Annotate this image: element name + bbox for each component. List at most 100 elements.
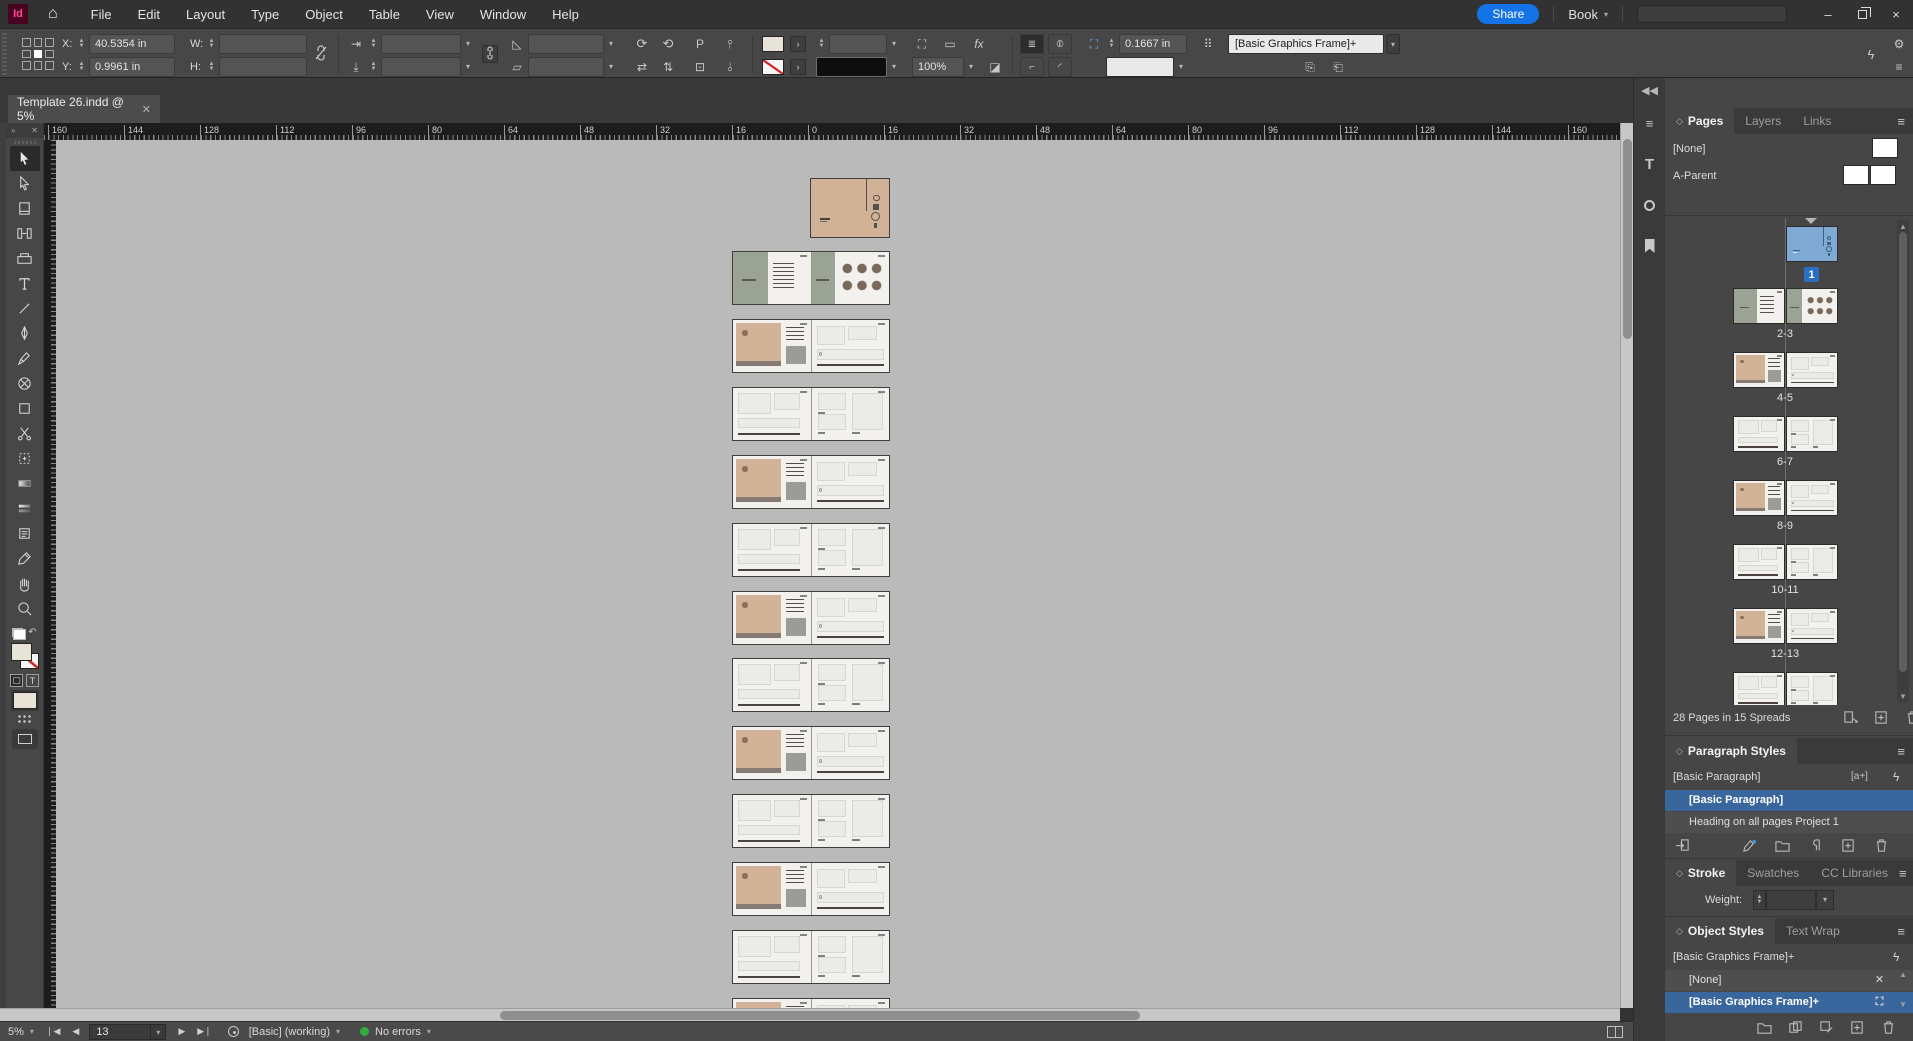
effects-icon[interactable]: fx bbox=[968, 34, 990, 54]
proxy-cell[interactable] bbox=[22, 38, 31, 47]
line-tool[interactable] bbox=[10, 296, 40, 321]
menu-file[interactable]: File bbox=[78, 7, 125, 22]
paragraph-style-row[interactable]: [Basic Paragraph] bbox=[1665, 790, 1913, 811]
vertical-scrollbar-thumb[interactable] bbox=[1623, 139, 1632, 339]
redefine-object-style-icon[interactable] bbox=[1819, 1020, 1834, 1035]
spread-2-3[interactable] bbox=[732, 251, 890, 305]
tab-object-styles[interactable]: ◇ Object Styles bbox=[1665, 918, 1775, 944]
constrain-dimensions-icon[interactable] bbox=[312, 45, 330, 65]
panel-menu-icon[interactable]: ≡ bbox=[1899, 860, 1913, 886]
zoom-tool[interactable] bbox=[10, 596, 40, 621]
master-a-parent-thumbnail-right[interactable] bbox=[1870, 165, 1896, 185]
clear-attributes-icon[interactable]: ✕ bbox=[1872, 973, 1887, 988]
weight-dropdown-icon[interactable]: ▾ bbox=[1816, 890, 1834, 910]
page-grid-right[interactable] bbox=[811, 388, 890, 440]
default-fill-stroke-icon[interactable] bbox=[12, 628, 23, 637]
formatting-affects-text-icon[interactable]: T bbox=[26, 674, 39, 687]
spread-20-21[interactable] bbox=[732, 862, 890, 916]
page-feature-right[interactable] bbox=[811, 999, 890, 1008]
spread-10-11[interactable] bbox=[732, 523, 890, 577]
select-container-icon[interactable]: P bbox=[690, 34, 710, 54]
proxy-cell[interactable] bbox=[45, 50, 54, 59]
share-button[interactable]: Share bbox=[1477, 4, 1539, 24]
master-a-parent-label[interactable]: A-Parent bbox=[1673, 166, 1716, 186]
chevron-down-icon[interactable]: ▾ bbox=[964, 57, 978, 77]
search-input[interactable] bbox=[1637, 5, 1787, 23]
chevron-down-icon[interactable]: ▾ bbox=[461, 34, 475, 54]
page-grid-right[interactable] bbox=[811, 524, 890, 576]
selection-tool[interactable] bbox=[10, 146, 40, 171]
object-style-dropdown[interactable]: [Basic Graphics Frame]+ bbox=[1228, 34, 1384, 54]
page-grid-left[interactable] bbox=[733, 931, 811, 983]
style-group-folder-icon[interactable] bbox=[1757, 1020, 1772, 1035]
corner-options-icon[interactable]: ⌐ bbox=[1020, 57, 1044, 77]
preflight-dropdown-icon[interactable]: ▾ bbox=[336, 1027, 340, 1036]
gradient-feather-tool[interactable] bbox=[10, 496, 40, 521]
type-tool[interactable] bbox=[10, 271, 40, 296]
page-intro-left[interactable] bbox=[733, 252, 811, 304]
restore-button[interactable] bbox=[1845, 0, 1879, 28]
page-tool[interactable] bbox=[10, 196, 40, 221]
apply-color-button[interactable] bbox=[13, 692, 37, 709]
corner-radius-icon[interactable]: ◜ bbox=[1048, 57, 1072, 77]
home-icon[interactable]: ⌂ bbox=[48, 6, 58, 22]
character-panel-icon[interactable]: T bbox=[1638, 152, 1662, 176]
reference-point-proxy[interactable] bbox=[22, 38, 54, 70]
load-styles-icon[interactable] bbox=[1675, 838, 1690, 853]
rotate-ccw-icon[interactable]: ⟲ bbox=[658, 34, 678, 54]
menu-edit[interactable]: Edit bbox=[125, 7, 173, 22]
page-thumbnail[interactable] bbox=[1733, 416, 1785, 452]
y-field[interactable]: 0.9961 in bbox=[89, 57, 175, 77]
x-stepper[interactable]: ▲▼ bbox=[76, 34, 87, 54]
master-none-label[interactable]: [None] bbox=[1673, 139, 1705, 159]
quick-apply-icon[interactable]: ϟ bbox=[1893, 767, 1899, 787]
toolbar-grip[interactable] bbox=[14, 141, 36, 144]
page-feature-right[interactable] bbox=[811, 456, 890, 508]
proxy-cell[interactable] bbox=[34, 38, 43, 47]
menu-layout[interactable]: Layout bbox=[173, 7, 238, 22]
page-thumbnail[interactable] bbox=[1733, 608, 1785, 644]
ellipse-frame-tool[interactable] bbox=[10, 371, 40, 396]
spread-label[interactable]: 10-11 bbox=[1733, 584, 1837, 596]
close-tab-icon[interactable]: ✕ bbox=[142, 103, 151, 116]
opacity-field[interactable]: 100% bbox=[912, 57, 964, 77]
last-page-button[interactable]: ▶❘ bbox=[197, 1026, 211, 1037]
proxy-cell[interactable] bbox=[34, 61, 43, 70]
spread-1[interactable] bbox=[810, 178, 890, 238]
page-feature-left[interactable] bbox=[733, 456, 811, 508]
preflight-profile[interactable]: [Basic] (working) bbox=[249, 1026, 330, 1038]
object-style-row[interactable]: [Basic Graphics Frame]+ ⛶ bbox=[1665, 992, 1913, 1013]
create-new-style-icon[interactable] bbox=[1841, 838, 1856, 853]
scroll-up-icon[interactable]: ▲ bbox=[1897, 970, 1909, 979]
page-feature-left[interactable] bbox=[733, 863, 811, 915]
x-field[interactable]: 40.5354 in bbox=[89, 34, 175, 54]
page-thumbnail[interactable] bbox=[1733, 352, 1785, 388]
weight-stepper[interactable]: ▲▼ bbox=[1753, 890, 1766, 910]
zoom-level[interactable]: 5% bbox=[8, 1026, 24, 1038]
wrap-around-bounding-box-icon[interactable]: ⦶ bbox=[1048, 34, 1072, 54]
proxy-cell-selected[interactable] bbox=[34, 50, 43, 59]
previous-page-button[interactable]: ◀ bbox=[72, 1026, 79, 1037]
tab-swatches[interactable]: Swatches bbox=[1736, 860, 1810, 886]
spread-4-5[interactable] bbox=[732, 319, 890, 373]
page-feature-left[interactable] bbox=[733, 999, 811, 1008]
page-thumbnail[interactable] bbox=[1733, 288, 1785, 324]
w-stepper[interactable]: ▲▼ bbox=[206, 34, 217, 54]
page-feature-left[interactable] bbox=[733, 727, 811, 779]
content-collector-tool[interactable] bbox=[10, 246, 40, 271]
page-thumbnail[interactable] bbox=[1786, 544, 1838, 580]
page-grid-left[interactable] bbox=[733, 659, 811, 711]
weight-field[interactable] bbox=[1766, 890, 1816, 910]
scale-y-field[interactable] bbox=[381, 57, 461, 77]
select-next-object-icon[interactable]: ⫰ bbox=[720, 57, 740, 77]
chevron-down-icon[interactable]: ▾ bbox=[604, 57, 618, 77]
gap-tool[interactable] bbox=[10, 221, 40, 246]
master-a-parent-thumbnail-left[interactable] bbox=[1843, 165, 1869, 185]
spread-22-23[interactable] bbox=[732, 930, 890, 984]
style-group-folder-icon[interactable] bbox=[1775, 838, 1790, 853]
note-tool[interactable] bbox=[10, 521, 40, 546]
vertical-scrollbar[interactable] bbox=[1620, 123, 1633, 1008]
spread-24-25[interactable] bbox=[732, 998, 890, 1008]
menu-window[interactable]: Window bbox=[467, 7, 539, 22]
scroll-down-icon[interactable]: ▼ bbox=[1897, 1000, 1909, 1009]
